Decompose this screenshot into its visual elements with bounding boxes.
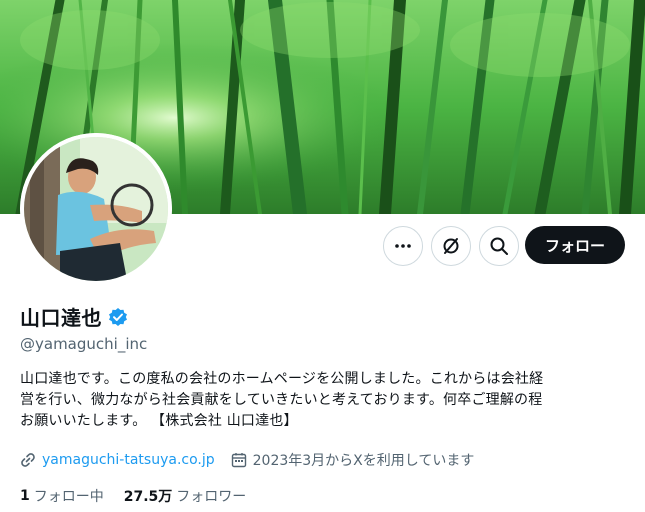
display-name: 山口達也: [20, 306, 102, 330]
grok-icon: [443, 238, 459, 254]
more-dots-icon: [395, 244, 411, 248]
profile-page: フォロー 山口達也 @yamaguchi_inc 山口達也です。この度私の会社の…: [0, 0, 645, 512]
followers-link[interactable]: 27.5万 フォロワー: [124, 486, 247, 506]
followers-label: フォロワー: [176, 489, 247, 505]
join-date-item: 2023年3月からXを利用しています: [231, 450, 475, 470]
more-options-button[interactable]: [383, 226, 423, 266]
follow-button[interactable]: フォロー: [525, 226, 625, 264]
link-icon: [21, 453, 35, 467]
verified-badge-icon[interactable]: [108, 307, 128, 327]
following-label: フォロー中: [33, 489, 104, 505]
followers-count: 27.5万: [123, 489, 173, 505]
profile-name-row: 山口達也: [20, 302, 128, 331]
profile-bio: 山口達也です。この度私の会社のホームページを公開しました。これからは会社経 営を…: [20, 369, 620, 432]
avatar[interactable]: [20, 133, 172, 285]
following-link[interactable]: 1 フォロー中: [20, 486, 104, 506]
user-handle: @yamaguchi_inc: [20, 335, 148, 353]
bio-line: お願いいたします。 【株式会社 山口達也】: [20, 413, 298, 429]
search-icon: [490, 237, 508, 255]
bio-line: 山口達也です。この度私の会社のホームページを公開しました。これからは会社経: [20, 371, 544, 387]
website-link[interactable]: yamaguchi-tatsuya.co.jp: [42, 452, 215, 468]
grok-button[interactable]: [431, 226, 471, 266]
bio-line: 営を行い、微力ながら社会貢献をしていきたいと考えております。何卒ご理解の程: [20, 392, 543, 408]
search-button[interactable]: [479, 226, 519, 266]
profile-meta: yamaguchi-tatsuya.co.jp 2023年3月からXを利用してい…: [20, 450, 474, 470]
join-date: 2023年3月からXを利用しています: [252, 453, 475, 469]
follow-stats: 1 フォロー中 27.5万 フォロワー: [20, 486, 266, 506]
following-count: 1: [20, 488, 30, 504]
calendar-icon: [231, 453, 246, 468]
website-item: yamaguchi-tatsuya.co.jp: [20, 452, 215, 468]
